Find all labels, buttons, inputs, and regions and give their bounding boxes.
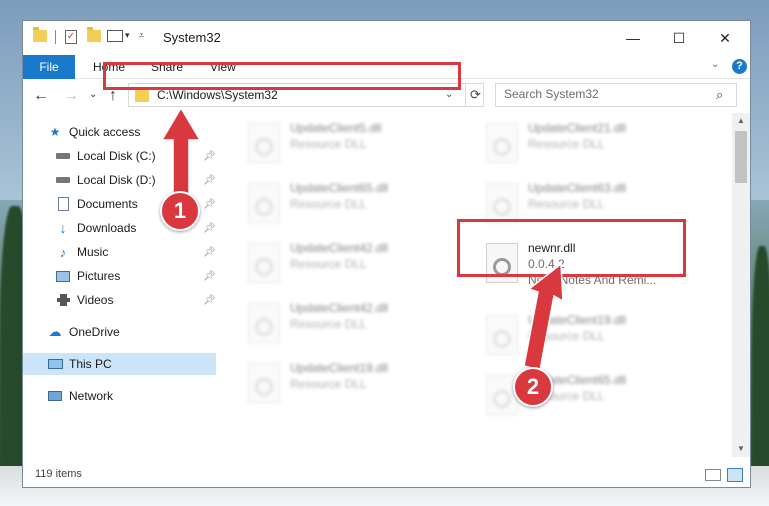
step-marker-2: 2 [513, 367, 553, 407]
arrow-1-icon [160, 106, 202, 197]
arrow-2-icon [523, 262, 564, 371]
step-marker-1: 1 [160, 191, 200, 231]
annotation-arrows [160, 106, 564, 371]
